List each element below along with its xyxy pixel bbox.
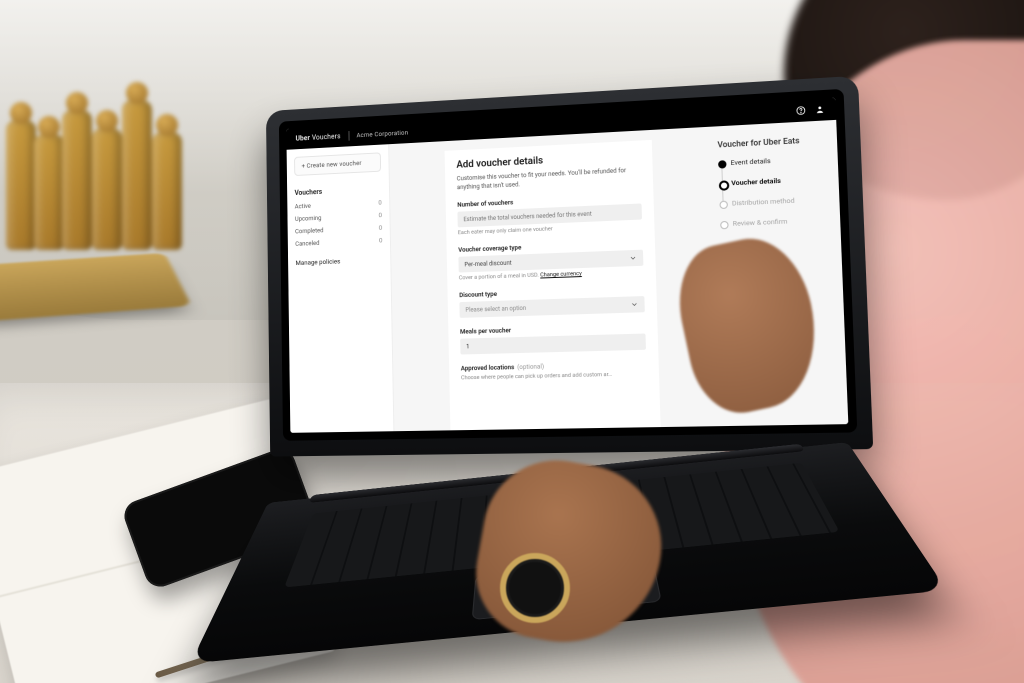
sidebar-item-count: 0 [379,224,382,232]
voucher-form-card: Add voucher details Customise this vouch… [445,140,661,430]
field-approved-locations: Approved locations (optional) Choose whe… [461,360,647,381]
org-name: Acme Corporation [356,129,408,140]
discount-type-select[interactable]: Please select an option [459,296,644,318]
sidebar-item-completed[interactable]: Completed 0 [295,224,382,235]
voucher-status-list: Active 0 Upcoming 0 Completed 0 [295,199,383,248]
brand-separator [348,131,349,141]
chevron-down-icon [629,254,637,262]
brand-prefix: Uber [296,134,311,142]
field-coverage-type: Voucher coverage type Per-meal discount … [458,239,644,282]
optional-tag: (optional) [517,363,544,372]
chevron-down-icon [630,301,638,309]
help-icon[interactable] [795,105,806,116]
sidebar-item-canceled[interactable]: Canceled 0 [295,236,382,247]
sidebar-item-count: 0 [379,236,382,244]
field-helper: Choose where people can pick up orders a… [461,371,647,381]
helper-text: Cover a portion of a meal in USD. [459,273,540,282]
pepper-mills [6,80,196,250]
step-label: Distribution method [732,197,795,208]
sidebar-section-title: Vouchers [295,185,382,197]
left-sidebar: + Create new voucher Vouchers Active 0 U… [287,144,395,433]
page-subtitle: Customise this voucher to fit your needs… [457,165,641,191]
step-voucher-details: Voucher details [731,174,830,187]
main-content: Add voucher details Customise this vouch… [389,127,721,432]
select-placeholder: Please select an option [465,305,526,314]
sidebar-item-label: Upcoming [295,214,322,223]
steps-title: Voucher for Uber Eats [717,135,828,150]
sidebar-item-active[interactable]: Active 0 [295,199,382,211]
brand-suffix: Vouchers [312,132,341,141]
step-distribution-method: Distribution method [732,195,831,208]
field-label: Approved locations (optional) [461,360,647,372]
label-text: Approved locations [461,363,515,372]
create-voucher-button[interactable]: + Create new voucher [294,152,381,176]
sidebar-item-label: Canceled [295,239,319,248]
sidebar-item-upcoming[interactable]: Upcoming 0 [295,211,382,223]
step-review-confirm: Review & confirm [733,216,832,228]
field-number-of-vouchers: Number of vouchers Each eater may only c… [457,193,642,237]
account-icon[interactable] [814,104,825,115]
step-list: Event details Voucher details Distributi… [718,154,832,228]
sidebar-item-count: 0 [378,211,381,219]
sidebar-item-count: 0 [378,199,381,207]
sidebar-item-label: Active [295,202,311,210]
step-label: Voucher details [731,177,781,187]
select-value: Per-meal discount [464,260,511,269]
change-currency-link[interactable]: Change currency [540,271,582,278]
field-meals-per-voucher: Meals per voucher [460,323,646,355]
sidebar-item-label: Completed [295,226,324,235]
field-discount-type: Discount type Please select an option [459,285,645,318]
step-event-details[interactable]: Event details [730,154,829,167]
wrist-watch [500,553,570,623]
meals-per-voucher-input[interactable] [460,334,646,355]
brand-logo: Uber Vouchers [296,132,341,142]
manage-policies-link[interactable]: Manage policies [295,256,382,267]
step-label: Review & confirm [733,217,788,227]
step-label: Event details [730,157,770,167]
